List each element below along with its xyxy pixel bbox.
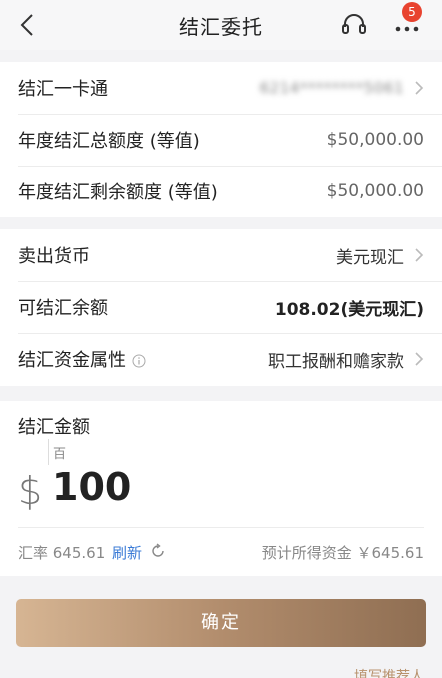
sell-currency-value: 美元现汇 bbox=[336, 247, 404, 268]
available-balance-row: 可结汇余额 108.02(美元现汇) bbox=[0, 281, 442, 333]
amount-title: 结汇金额 bbox=[18, 417, 90, 438]
fund-attribute-row[interactable]: 结汇资金属性 职工报酬和赡家款 bbox=[0, 333, 442, 385]
fund-attribute-label-wrap: 结汇资金属性 bbox=[18, 346, 146, 372]
notification-badge: 5 bbox=[402, 2, 422, 22]
exchange-rate-text: 汇率 645.61 bbox=[18, 544, 106, 562]
account-card: 结汇一卡通 6214********5061 年度结汇总额度 (等值) $50,… bbox=[0, 62, 442, 217]
unit-hint: 百 bbox=[53, 447, 67, 462]
annual-total-quota-label: 年度结汇总额度 (等值) bbox=[18, 131, 200, 152]
confirm-button[interactable]: 确定 bbox=[16, 599, 426, 647]
card-account-label: 结汇一卡通 bbox=[18, 79, 108, 100]
headset-icon[interactable] bbox=[340, 12, 368, 38]
divider bbox=[18, 527, 424, 528]
currency-card: 卖出货币 美元现汇 可结汇余额 108.02(美元现汇) 结汇资金属性 职工报酬… bbox=[0, 229, 442, 386]
sell-currency-row[interactable]: 卖出货币 美元现汇 bbox=[0, 229, 442, 281]
chevron-right-icon bbox=[415, 248, 424, 262]
annual-remaining-quota-label: 年度结汇剩余额度 (等值) bbox=[18, 182, 218, 203]
referrer-link[interactable]: 填写推荐人 bbox=[354, 666, 424, 678]
chevron-right-icon bbox=[415, 352, 424, 366]
card-account-number: 6214********5061 bbox=[259, 79, 404, 97]
info-icon[interactable] bbox=[132, 354, 146, 368]
refresh-link[interactable]: 刷新 bbox=[112, 542, 142, 563]
card-account-row[interactable]: 结汇一卡通 6214********5061 bbox=[0, 62, 442, 114]
fund-attribute-label: 结汇资金属性 bbox=[18, 350, 126, 371]
fund-attribute-value: 职工报酬和赡家款 bbox=[268, 351, 404, 372]
annual-remaining-quota-row: 年度结汇剩余额度 (等值) $50,000.00 bbox=[0, 165, 442, 217]
annual-total-quota-value: $50,000.00 bbox=[326, 130, 424, 150]
available-balance-value: 108.02(美元现汇) bbox=[274, 299, 424, 320]
refresh-icon[interactable] bbox=[150, 543, 166, 559]
currency-symbol: $ bbox=[18, 469, 43, 513]
estimated-funds-text: 预计所得资金 ￥645.61 bbox=[261, 544, 424, 562]
amount-card: 结汇金额 百 $ 100 汇率 645.61 刷新 预计所得资金 ￥645.61 bbox=[0, 401, 442, 576]
annual-remaining-quota-value: $50,000.00 bbox=[326, 181, 424, 201]
chevron-right-icon bbox=[415, 81, 424, 95]
sell-currency-label: 卖出货币 bbox=[18, 246, 90, 267]
top-nav-bar: 结汇委托 5 bbox=[0, 0, 442, 50]
available-balance-label: 可结汇余额 bbox=[18, 298, 108, 319]
unit-indicator-line bbox=[48, 439, 49, 465]
annual-total-quota-row: 年度结汇总额度 (等值) $50,000.00 bbox=[0, 114, 442, 166]
amount-input[interactable]: 100 bbox=[52, 465, 131, 509]
page-title: 结汇委托 bbox=[179, 15, 263, 39]
